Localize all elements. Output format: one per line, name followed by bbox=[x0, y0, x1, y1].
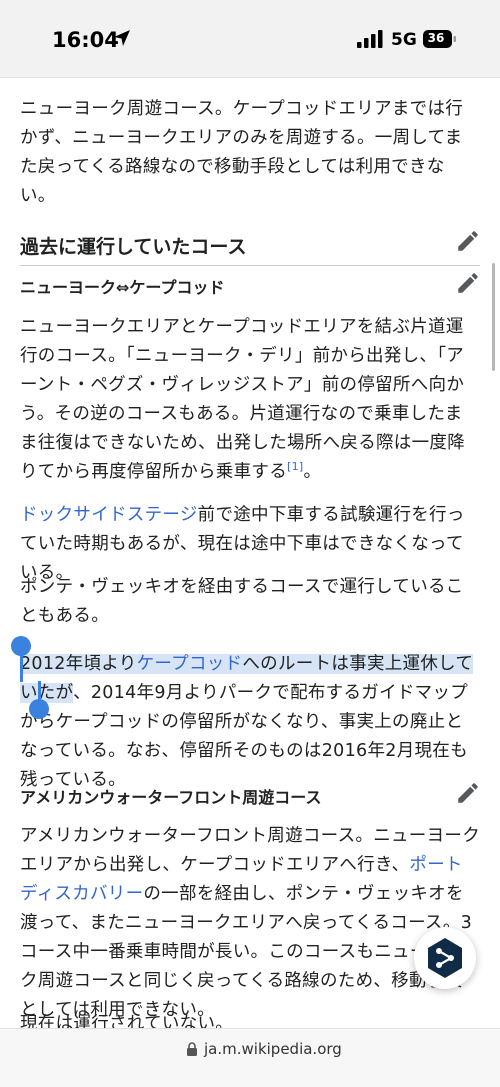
status-bar: 16:04 5G 36 bbox=[0, 0, 500, 78]
section-divider bbox=[20, 265, 480, 266]
selection-end-handle[interactable] bbox=[29, 699, 49, 719]
edit-pencil-icon[interactable] bbox=[455, 780, 481, 806]
paragraph-text: 。 bbox=[303, 462, 322, 482]
article-content: ニューヨーク周遊コース。ケープコッドエリアまでは行かず、ニューヨークエリアのみを… bbox=[0, 78, 500, 1028]
paragraph: ニューヨークエリアとケープコッドエリアを結ぶ片道運行のコース。「ニューヨーク・デ… bbox=[20, 313, 480, 487]
network-type: 5G bbox=[391, 30, 417, 50]
selected-text: 2012年頃より bbox=[20, 654, 137, 674]
paragraph-text: の一部を経由し、ポンテ・ヴェッキオを渡って、またニューヨークエリアへ戻ってくるコ… bbox=[20, 884, 473, 1020]
paragraph: ポンテ・ヴェッキオを経由するコースで運行していることもある。 bbox=[20, 577, 464, 626]
url-text: ja.m.wikipedia.org bbox=[204, 1040, 342, 1058]
intro-paragraph: ニューヨーク周遊コース。ケープコッドエリアまでは行かず、ニューヨークエリアのみを… bbox=[20, 99, 464, 206]
status-time: 16:04 bbox=[52, 28, 119, 52]
selected-text: が bbox=[55, 683, 74, 703]
url-bar[interactable]: ja.m.wikipedia.org bbox=[0, 1028, 500, 1087]
selection-start-handle[interactable] bbox=[11, 636, 31, 656]
selected-paragraph: 2012年頃よりケープコッドへのルートは事実上運休していたが、2014年9月より… bbox=[20, 650, 480, 795]
edit-pencil-icon[interactable] bbox=[455, 228, 481, 254]
section-heading: 過去に運行していたコース bbox=[20, 236, 247, 258]
subsection-heading: ニューヨーク⇔ケープコッド bbox=[20, 278, 225, 297]
selection-start-bar bbox=[20, 654, 23, 682]
paragraph-text: 、2014年9月よりパークで配布するガイドマップからケープコッドの停留所がなくな… bbox=[20, 683, 469, 790]
cape-cod-link[interactable]: ケープコッド bbox=[136, 654, 243, 674]
deepl-translate-button[interactable] bbox=[414, 927, 476, 989]
signal-icon bbox=[357, 30, 383, 48]
subsection-heading: アメリカンウォーターフロント周遊コース bbox=[20, 788, 322, 807]
deepl-icon bbox=[428, 938, 462, 978]
location-arrow-icon bbox=[114, 30, 130, 46]
scrollbar[interactable] bbox=[492, 263, 495, 371]
battery-level: 36 bbox=[427, 31, 445, 45]
lock-icon bbox=[187, 1042, 197, 1056]
paragraph-text: ニューヨークエリアとケープコッドエリアを結ぶ片道運行のコース。「ニューヨーク・デ… bbox=[20, 317, 465, 482]
dockside-stage-link[interactable]: ドックサイドステージ bbox=[20, 505, 198, 525]
citation-link[interactable]: [1] bbox=[287, 460, 303, 473]
edit-pencil-icon[interactable] bbox=[455, 270, 481, 296]
paragraph: アメリカンウォーターフロント周遊コース。ニューヨークエリアから出発し、ケープコッ… bbox=[20, 822, 480, 1025]
paragraph: 現在は運行されていない。 bbox=[20, 1014, 234, 1028]
